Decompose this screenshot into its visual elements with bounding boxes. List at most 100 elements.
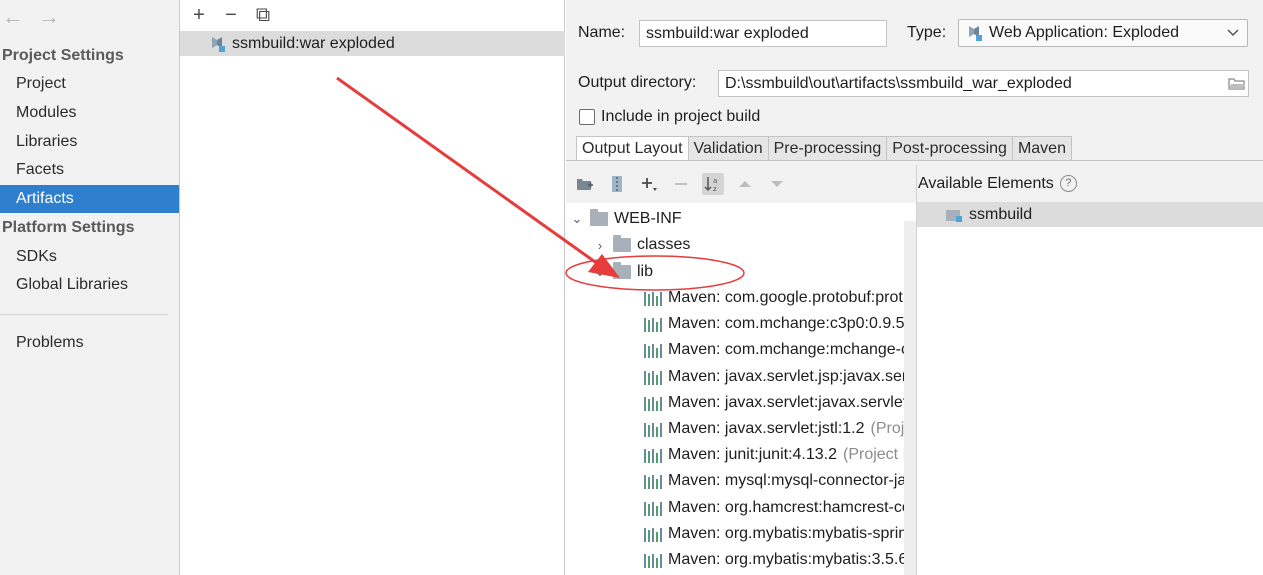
back-arrow-icon[interactable]: ← bbox=[2, 4, 24, 30]
project-settings-heading: Project Settings bbox=[2, 47, 124, 64]
folder-browse-icon[interactable] bbox=[1228, 77, 1246, 91]
library-icon bbox=[644, 369, 662, 385]
sidebar-item-project[interactable]: Project bbox=[0, 70, 179, 98]
create-archive-icon[interactable] bbox=[606, 173, 628, 195]
library-item[interactable]: Maven: org.hamcrest:hamcrest-co bbox=[644, 495, 911, 521]
library-label: Maven: javax.servlet.jsp:javax.servl bbox=[668, 367, 916, 385]
tree-node-label: WEB-INF bbox=[614, 210, 682, 227]
history-nav: ← → bbox=[0, 4, 60, 30]
library-icon bbox=[644, 552, 662, 568]
sidebar-item-modules[interactable]: Modules bbox=[0, 99, 179, 127]
tree-node-lib[interactable]: ⌄ lib bbox=[593, 259, 653, 285]
library-label: Maven: javax.servlet:jstl:1.2 bbox=[668, 420, 865, 437]
library-label: Maven: com.mchange:mchange-co bbox=[668, 341, 916, 359]
sidebar-divider bbox=[0, 314, 168, 315]
svg-text:z: z bbox=[713, 185, 717, 193]
library-item[interactable]: Maven: javax.servlet.jsp:javax.servl bbox=[644, 364, 916, 390]
settings-sidebar: ← → Project Settings Project Modules Lib… bbox=[0, 0, 180, 575]
library-item[interactable]: Maven: javax.servlet:javax.servlet-a bbox=[644, 390, 916, 416]
library-label: Maven: mysql:mysql-connector-jav bbox=[668, 472, 915, 490]
remove-element-icon[interactable] bbox=[670, 173, 692, 195]
platform-settings-heading: Platform Settings bbox=[2, 219, 135, 236]
add-copy-of-icon[interactable] bbox=[638, 173, 660, 195]
sidebar-item-global-libraries[interactable]: Global Libraries bbox=[0, 271, 179, 299]
library-label: Maven: org.hamcrest:hamcrest-co bbox=[668, 498, 911, 516]
library-icon bbox=[644, 342, 662, 359]
move-up-icon[interactable] bbox=[734, 173, 756, 195]
add-artifact-button[interactable]: + bbox=[188, 4, 210, 26]
library-icon bbox=[644, 500, 662, 516]
library-item[interactable]: Maven: junit:junit:4.13.2 (Project Li bbox=[644, 442, 915, 468]
copy-artifact-button[interactable]: ⧉ bbox=[252, 4, 274, 26]
tree-node-label: lib bbox=[637, 263, 654, 280]
sidebar-item-facets[interactable]: Facets bbox=[0, 156, 179, 184]
tab-pre-processing[interactable]: Pre-processing bbox=[768, 136, 888, 161]
tab-validation[interactable]: Validation bbox=[688, 136, 769, 161]
sidebar-item-libraries[interactable]: Libraries bbox=[0, 128, 179, 156]
library-item[interactable]: Maven: mysql:mysql-connector-jav bbox=[644, 468, 914, 494]
available-elements-panel: Available Elements ? ssmbuild bbox=[916, 165, 1263, 575]
library-icon bbox=[644, 421, 662, 437]
tree-node-web-inf[interactable]: ⌄ WEB-INF bbox=[570, 206, 682, 232]
artifact-list-item[interactable]: ssmbuild:war exploded bbox=[180, 31, 565, 56]
include-in-build-checkbox[interactable] bbox=[579, 109, 595, 125]
folder-icon bbox=[613, 262, 631, 279]
sidebar-item-problems[interactable]: Problems bbox=[0, 329, 179, 357]
library-label: Maven: org.mybatis:mybatis-spring bbox=[668, 524, 916, 542]
tab-post-processing[interactable]: Post-processing bbox=[887, 136, 1013, 161]
library-label: Maven: javax.servlet:javax.servlet-a bbox=[668, 393, 916, 411]
library-label: Maven: com.google.protobuf:prot bbox=[668, 289, 903, 306]
name-field[interactable]: ssmbuild:war exploded bbox=[639, 20, 887, 47]
move-down-icon[interactable] bbox=[766, 173, 788, 195]
chevron-down-icon[interactable]: ⌄ bbox=[570, 211, 584, 227]
library-item[interactable]: Maven: org.mybatis:mybatis:3.5.6 ( bbox=[644, 547, 916, 573]
tree-node-label: classes bbox=[637, 236, 691, 253]
output-layout-toolbar: az bbox=[574, 170, 788, 198]
library-icon bbox=[644, 290, 662, 306]
artifact-toolbar: + − ⧉ bbox=[188, 3, 274, 27]
tree-node-classes[interactable]: › classes bbox=[593, 232, 690, 258]
tab-output-layout[interactable]: Output Layout bbox=[576, 136, 689, 161]
chevron-down-icon[interactable]: ⌄ bbox=[593, 264, 607, 280]
library-icon bbox=[644, 526, 662, 542]
remove-artifact-button[interactable]: − bbox=[220, 4, 242, 26]
library-label: Maven: org.mybatis:mybatis:3.5.6 bbox=[668, 551, 908, 568]
library-icon bbox=[644, 395, 662, 411]
svg-text:a: a bbox=[713, 177, 717, 185]
help-icon[interactable]: ? bbox=[1059, 175, 1077, 192]
sort-elements-icon[interactable]: az bbox=[702, 173, 724, 195]
sidebar-item-sdks[interactable]: SDKs bbox=[0, 243, 179, 271]
library-item[interactable]: Maven: com.google.protobuf:prot bbox=[644, 285, 903, 311]
library-item[interactable]: Maven: org.mybatis:mybatis-spring bbox=[644, 521, 916, 547]
chevron-right-icon[interactable]: › bbox=[593, 238, 607, 253]
library-item[interactable]: Maven: com.mchange:c3p0:0.9.5.5 bbox=[644, 311, 916, 337]
tree-scrollbar[interactable] bbox=[904, 221, 916, 575]
type-label: Type: bbox=[907, 24, 947, 41]
web-artifact-icon bbox=[969, 26, 982, 41]
library-icon bbox=[644, 316, 662, 333]
folder-icon bbox=[613, 235, 631, 252]
available-element-label: ssmbuild bbox=[969, 205, 1033, 223]
available-elements-title: Available Elements bbox=[918, 174, 1054, 192]
sidebar-item-artifacts[interactable]: Artifacts bbox=[0, 185, 179, 213]
web-artifact-icon bbox=[212, 36, 225, 52]
create-directory-icon[interactable] bbox=[574, 173, 596, 195]
include-in-build-label: Include in project build bbox=[601, 108, 761, 125]
tab-separator bbox=[566, 160, 1263, 161]
forward-arrow-icon[interactable]: → bbox=[38, 4, 60, 30]
available-element-item[interactable]: ssmbuild bbox=[917, 202, 1263, 227]
library-item[interactable]: Maven: javax.servlet:jstl:1.2 (Projec bbox=[644, 416, 916, 442]
module-icon bbox=[946, 209, 962, 222]
name-label: Name: bbox=[578, 24, 626, 41]
folder-icon bbox=[590, 209, 608, 226]
type-select[interactable]: Web Application: Exploded bbox=[958, 19, 1248, 47]
layout-tabs: Output Layout Validation Pre-processing … bbox=[576, 136, 1072, 161]
library-item[interactable]: Maven: com.mchange:mchange-co bbox=[644, 337, 916, 363]
tab-maven[interactable]: Maven bbox=[1012, 136, 1072, 161]
output-directory-field[interactable]: D:\ssmbuild\out\artifacts\ssmbuild_war_e… bbox=[718, 70, 1249, 97]
chevron-down-icon bbox=[1227, 29, 1239, 37]
library-icon bbox=[644, 447, 662, 464]
available-elements-header: Available Elements ? bbox=[917, 165, 1263, 202]
output-directory-label: Output directory: bbox=[578, 74, 697, 91]
artifact-list-panel: + − ⧉ ssmbuild:war exploded bbox=[180, 0, 565, 575]
